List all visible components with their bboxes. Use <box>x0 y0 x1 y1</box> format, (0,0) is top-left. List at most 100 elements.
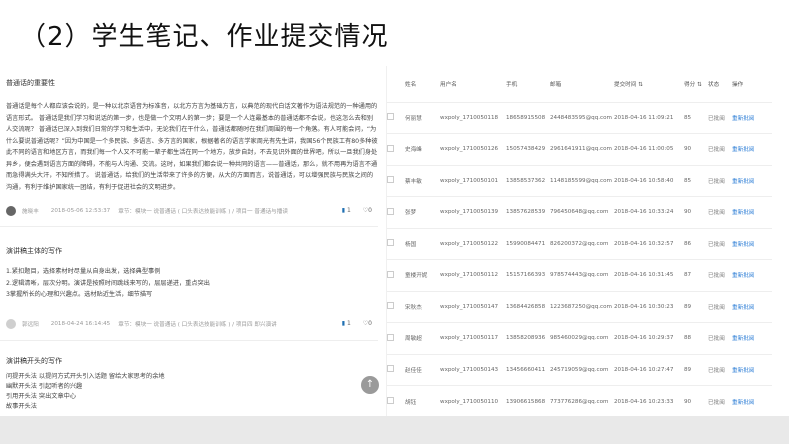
submit-time: 2018-04-16 11:00:05 <box>614 146 674 153</box>
note-line: 问提开头法 以提问方式开头引入话题 留给大家思考的余地 <box>6 373 165 380</box>
regrade-link[interactable]: 重新批阅 <box>732 165 772 197</box>
student-email: 245719059@qq.com <box>550 366 609 373</box>
note-title[interactable]: 普通话的重要性 <box>6 78 378 88</box>
column-header[interactable]: 手机 <box>506 66 550 102</box>
note-card: 普通话的重要性 <box>6 78 378 88</box>
regrade-link[interactable]: 重新批阅 <box>732 102 772 134</box>
checkbox-icon[interactable] <box>387 397 394 404</box>
checkbox-icon[interactable] <box>387 365 394 373</box>
submit-time: 2018-04-16 10:58:40 <box>614 177 674 184</box>
student-name: 周敏超 <box>405 336 422 343</box>
student-email: 2961641911@qq.com <box>550 146 613 153</box>
student-username: wxpoly_1710050143 <box>440 366 499 373</box>
submit-time: 2018-04-16 10:27:47 <box>614 366 674 373</box>
note-reactions: ▮ 1 ♡0 <box>342 320 372 327</box>
score: 90 <box>684 398 692 405</box>
scroll-top-button[interactable]: ↑ <box>361 376 379 394</box>
regrade-link[interactable]: 重新批阅 <box>732 134 772 166</box>
sort-icon[interactable]: ⇅ <box>638 82 643 88</box>
sort-icon[interactable]: ⇅ <box>697 82 702 88</box>
student-email: 978574443@qq.com <box>550 272 609 279</box>
select-checkbox[interactable] <box>387 197 405 229</box>
submit-time: 2018-04-16 10:31:45 <box>614 272 674 279</box>
slide-header: （2）学生笔记、作业提交情况 <box>0 0 789 66</box>
checkbox-icon[interactable] <box>387 144 394 152</box>
status: 已批阅 <box>708 336 725 343</box>
note-meta: 施晓丰 2018-05-06 12:53:37 章节：模块一 说普通话 ( 口头… <box>6 206 378 216</box>
status: 已批阅 <box>708 304 725 311</box>
column-header[interactable]: 得分 ⇅ <box>684 66 708 102</box>
student-name: 张梦 <box>405 210 417 217</box>
status: 已批阅 <box>708 115 725 122</box>
avatar <box>6 206 16 216</box>
table-row: 胡钰 wxpoly_1710050110 13906615868 773776286@… <box>387 385 772 417</box>
student-username: wxpoly_1710050126 <box>440 146 499 153</box>
student-username: wxpoly_1710050110 <box>440 398 499 405</box>
submissions-panel: 姓名 用户名 手机 邮箱 提交时间 ⇅ 得分 ⇅ 状态 操作 何丽慧 wxpoly… <box>386 66 772 416</box>
select-checkbox[interactable] <box>387 323 405 355</box>
checkbox-icon[interactable] <box>387 239 394 247</box>
score: 89 <box>684 366 692 373</box>
column-header[interactable]: 操作 <box>732 66 772 102</box>
note-line: 引用开头法 突出文章中心 <box>6 393 77 400</box>
column-header[interactable]: 邮箱 <box>550 66 614 102</box>
checkbox-icon[interactable] <box>387 270 394 278</box>
student-phone: 13456660411 <box>506 366 546 373</box>
note-reactions: ▮ 1 ♡0 <box>342 207 372 214</box>
note-tags: 章节：模块一 说普通话 ( 口头表达技能训练 ) / 项目四 即兴演讲 <box>118 322 277 328</box>
column-header[interactable]: 状态 <box>708 66 732 102</box>
submissions-table: 姓名 用户名 手机 邮箱 提交时间 ⇅ 得分 ⇅ 状态 操作 何丽慧 wxpoly… <box>387 66 772 416</box>
student-name: 宋秋杰 <box>405 304 422 311</box>
score: 87 <box>684 272 692 279</box>
note-author[interactable]: 郭远阳 <box>22 320 39 328</box>
select-checkbox[interactable] <box>387 228 405 260</box>
student-phone: 15057438429 <box>506 146 546 153</box>
checkbox-icon[interactable] <box>387 113 394 121</box>
notes-panel: 普通话的重要性 普通话是每个人都应该会说的，是一种以北京语音为标准音，以北方方言… <box>0 66 386 416</box>
note-author[interactable]: 施晓丰 <box>22 207 39 215</box>
student-phone: 18658915508 <box>506 114 546 121</box>
checkbox-icon[interactable] <box>387 176 394 184</box>
select-checkbox[interactable] <box>387 291 405 323</box>
like-count: 1 <box>347 320 351 327</box>
note-line: 幽默开头法 引起听者的兴趣 <box>6 383 83 390</box>
column-header[interactable]: 用户名 <box>440 66 506 102</box>
column-header[interactable]: 姓名 <box>405 66 440 102</box>
thumb-up-icon[interactable]: ▮ <box>342 207 345 214</box>
student-email: 773776286@qq.com <box>550 398 609 405</box>
regrade-link[interactable]: 重新批阅 <box>732 386 772 417</box>
regrade-link[interactable]: 重新批阅 <box>732 228 772 260</box>
checkbox-icon[interactable] <box>387 333 394 341</box>
checkbox-icon[interactable] <box>387 207 394 215</box>
select-checkbox[interactable] <box>387 354 405 386</box>
note-title[interactable]: 演讲稿开头的写作 <box>6 356 378 366</box>
column-header[interactable]: 提交时间 ⇅ <box>614 66 684 102</box>
comment-count: 0 <box>368 320 372 327</box>
thumb-up-icon[interactable]: ▮ <box>342 320 345 327</box>
note-meta: 郭远阳 2018-04-24 16:14:45 章节：模块一 说普通话 ( 口头… <box>6 319 378 329</box>
select-checkbox[interactable] <box>387 134 405 166</box>
select-checkbox[interactable] <box>387 102 405 134</box>
table-row: 赵佳佳 wxpoly_1710050143 13456660411 245719059… <box>387 354 772 386</box>
note-tags: 章节：模块一 说普通话 ( 口头表达技能训练 ) / 项目一 普通话与播读 <box>118 209 288 215</box>
note-body: 普通话是每个人都应该会说的，是一种以北京语音为标准音，以北方方言为基础方言，以典… <box>6 103 378 191</box>
checkbox-icon[interactable] <box>387 302 394 310</box>
regrade-link[interactable]: 重新批阅 <box>732 260 772 292</box>
student-phone: 13858537362 <box>506 177 546 184</box>
note-title[interactable]: 演讲稿主体的写作 <box>6 246 378 256</box>
student-phone: 13684426858 <box>506 303 546 310</box>
slide-title: （2）学生笔记、作业提交情况 <box>20 22 389 52</box>
regrade-link[interactable]: 重新批阅 <box>732 323 772 355</box>
student-name: 胡钰 <box>405 399 417 406</box>
select-checkbox[interactable] <box>387 165 405 197</box>
select-checkbox[interactable] <box>387 260 405 292</box>
regrade-link[interactable]: 重新批阅 <box>732 197 772 229</box>
select-checkbox[interactable] <box>387 386 405 417</box>
student-phone: 13857628539 <box>506 209 546 216</box>
submit-time: 2018-04-16 10:23:33 <box>614 398 674 405</box>
score: 85 <box>684 177 692 184</box>
regrade-link[interactable]: 重新批阅 <box>732 291 772 323</box>
status: 已批阅 <box>708 241 725 248</box>
arrow-up-icon: ↑ <box>365 379 375 390</box>
regrade-link[interactable]: 重新批阅 <box>732 354 772 386</box>
